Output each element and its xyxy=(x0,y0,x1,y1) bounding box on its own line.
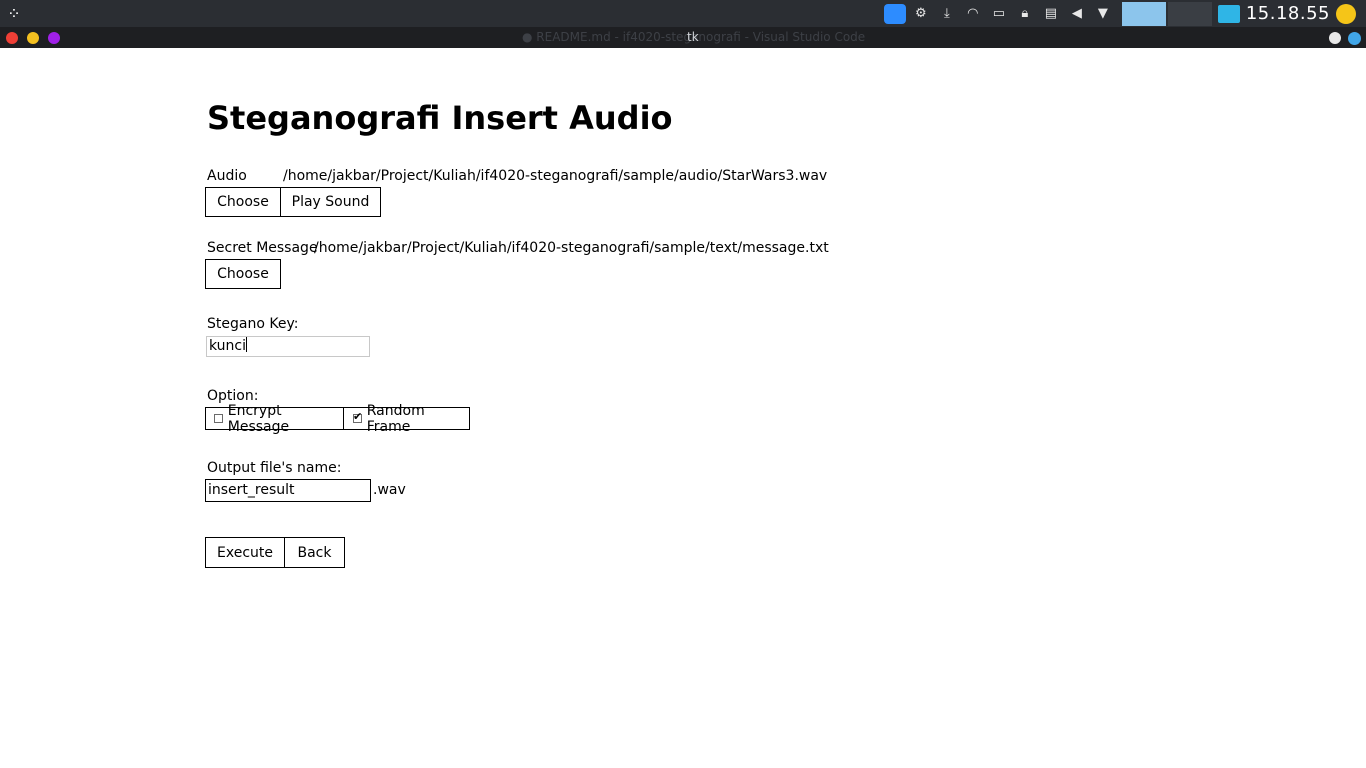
app-content: Steganografi Insert Audio Audio /home/ja… xyxy=(0,48,1366,768)
output-extension: .wav xyxy=(373,482,406,498)
battery-icon[interactable]: ▭ xyxy=(988,4,1010,24)
settings-icon[interactable]: ⚙ xyxy=(910,4,932,24)
stegano-key-value: kunci xyxy=(209,338,247,354)
volume-icon[interactable]: ◀ xyxy=(1066,4,1088,24)
titlebar-action-icon[interactable] xyxy=(1329,32,1341,44)
audio-path: /home/jakbar/Project/Kuliah/if4020-stega… xyxy=(283,168,828,184)
secret-choose-button[interactable]: Choose xyxy=(205,259,281,289)
workspace-1[interactable] xyxy=(1121,1,1166,26)
wifi-icon[interactable]: ◠ xyxy=(962,4,984,24)
encrypt-checkbox-box xyxy=(214,414,223,423)
output-filename-label: Output file's name: xyxy=(207,460,342,476)
folder-icon[interactable] xyxy=(1217,4,1240,23)
audio-choose-button[interactable]: Choose xyxy=(205,187,281,217)
page-title: Steganografi Insert Audio xyxy=(207,99,673,137)
window-title: tk xyxy=(687,30,699,44)
encrypt-message-checkbox[interactable]: Encrypt Message xyxy=(205,403,344,435)
lock-icon[interactable]: 🔒︎ xyxy=(1014,4,1036,24)
output-filename-input[interactable]: insert_result xyxy=(205,479,371,502)
stegano-key-input[interactable]: kunci xyxy=(206,336,370,357)
execute-button[interactable]: Execute xyxy=(205,537,285,568)
secret-message-label: Secret Message xyxy=(207,240,318,256)
lightbulb-icon[interactable] xyxy=(1336,3,1356,24)
clipboard-icon[interactable]: ▤ xyxy=(1040,4,1062,24)
secret-message-path: /home/jakbar/Project/Kuliah/if4020-stega… xyxy=(314,240,829,256)
workspace-2[interactable] xyxy=(1167,1,1212,26)
zoom-icon[interactable] xyxy=(883,3,906,24)
download-icon[interactable]: ⤓ xyxy=(936,4,958,24)
encrypt-message-label: Encrypt Message xyxy=(227,402,290,435)
play-sound-button[interactable]: Play Sound xyxy=(280,187,381,217)
dropdown-icon[interactable]: ▼ xyxy=(1092,4,1114,24)
clock: 15.18.55 xyxy=(1245,3,1330,24)
system-tray: ⚙ ⤓ ◠ ▭ 🔒︎ ▤ ◀ ▼ 15.18.55 xyxy=(882,0,1366,27)
maximize-window-button[interactable] xyxy=(48,32,60,44)
random-checkbox-box xyxy=(353,410,362,423)
random-frame-label: Random Frame xyxy=(366,402,425,435)
random-frame-checkbox[interactable]: Random Frame xyxy=(343,403,470,435)
audio-label: Audio xyxy=(207,168,247,184)
close-window-button[interactable] xyxy=(6,32,18,44)
back-button[interactable]: Back xyxy=(284,537,345,568)
text-caret xyxy=(246,337,248,352)
minimize-window-button[interactable] xyxy=(27,32,39,44)
app-launcher-icon[interactable]: ⁘ xyxy=(4,4,24,24)
stegano-key-label: Stegano Key: xyxy=(207,316,299,332)
titlebar-status-icon[interactable] xyxy=(1348,32,1361,45)
window-titlebar: ● README.md - if4020-steganografi - Visu… xyxy=(0,27,1366,48)
system-panel: ⁘ ⚙ ⤓ ◠ ▭ 🔒︎ ▤ ◀ ▼ 15.18.55 xyxy=(0,0,1366,27)
